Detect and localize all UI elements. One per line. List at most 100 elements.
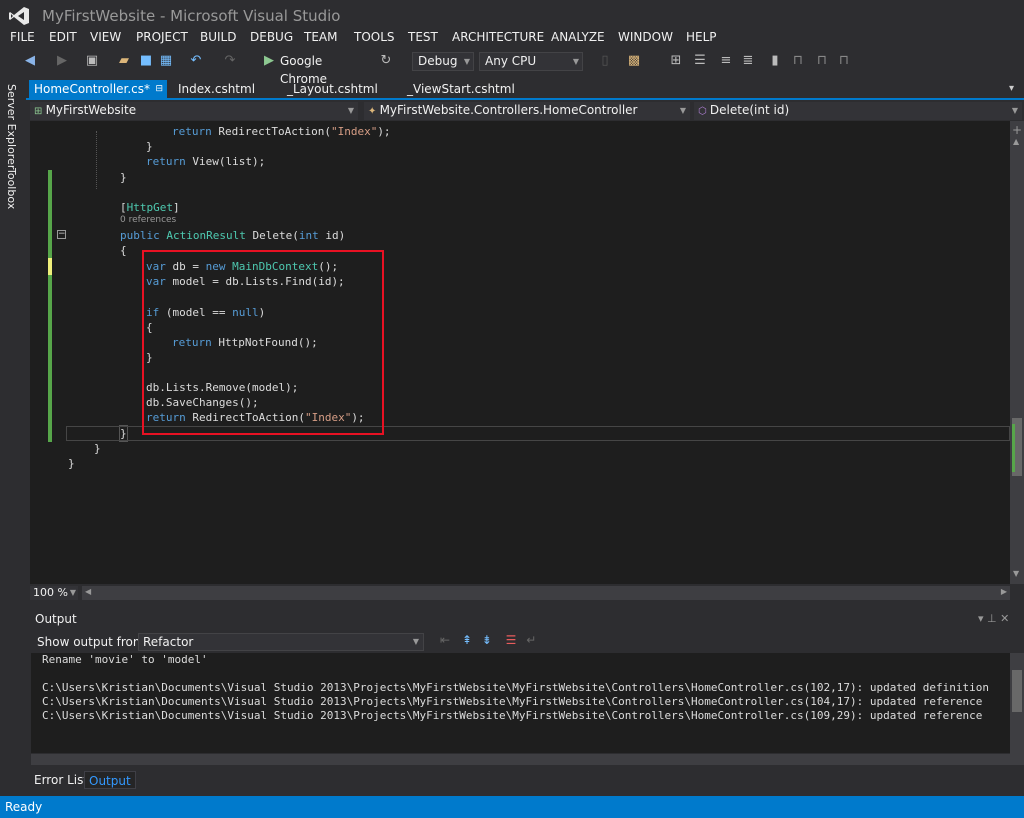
- refresh-icon[interactable]: ↻: [378, 52, 394, 70]
- undo-icon[interactable]: ↶: [188, 52, 204, 70]
- configuration-select[interactable]: Debug ▼: [412, 52, 474, 71]
- find-in-files-icon[interactable]: ▩: [626, 52, 642, 70]
- tab-homecontroller[interactable]: HomeController.cs* ⊟: [29, 80, 167, 98]
- visual-studio-window: MyFirstWebsite - Microsoft Visual Studio…: [0, 0, 1024, 818]
- project-select[interactable]: ⊞ MyFirstWebsite ▼: [30, 102, 358, 120]
- chevron-down-icon: ▼: [1011, 106, 1018, 115]
- tab-index-cshtml[interactable]: Index.cshtml: [173, 80, 277, 98]
- chevron-down-icon: ▼: [679, 106, 686, 115]
- platform-select[interactable]: Any CPU ▼: [479, 52, 583, 71]
- editor-horizontal-scrollbar[interactable]: ◀ ▶: [82, 586, 1010, 600]
- window-title: MyFirstWebsite - Microsoft Visual Studio: [42, 7, 341, 25]
- zoom-select[interactable]: 100 % ▼: [30, 586, 78, 600]
- codelens-references[interactable]: 0 references: [120, 215, 176, 226]
- save-icon[interactable]: ■: [138, 52, 154, 70]
- menu-project[interactable]: PROJECT: [136, 30, 188, 44]
- menu-edit[interactable]: EDIT: [49, 30, 77, 44]
- menu-tools[interactable]: TOOLS: [354, 30, 395, 44]
- output-line: C:\Users\Kristian\Documents\Visual Studi…: [42, 695, 983, 708]
- split-window-icon[interactable]: +: [1012, 123, 1022, 137]
- unsaved-change-marker: [48, 258, 52, 275]
- menu-build[interactable]: BUILD: [200, 30, 236, 44]
- chevron-down-icon: ▼: [572, 57, 579, 66]
- class-icon: ✦: [368, 106, 380, 117]
- indent-guide: [96, 131, 97, 189]
- output-line: C:\Users\Kristian\Documents\Visual Studi…: [42, 709, 983, 722]
- pin-icon[interactable]: ⊟: [155, 80, 163, 98]
- device-icon[interactable]: ▯: [598, 52, 612, 70]
- code-line: return RedirectToAction("Index");: [172, 125, 391, 138]
- code-line: public ActionResult Delete(int id): [120, 229, 346, 242]
- next-bookmark-icon[interactable]: ⊓: [814, 52, 830, 70]
- tab-error-list[interactable]: Error List: [30, 771, 92, 789]
- editor-vertical-scrollbar[interactable]: + ▲ ▼: [1010, 121, 1024, 584]
- previous-message-icon[interactable]: ⇞: [462, 633, 472, 647]
- prev-bookmark-icon[interactable]: ⊓: [790, 52, 806, 70]
- redo-icon[interactable]: ↷: [222, 52, 238, 70]
- chevron-down-icon: ▼: [69, 588, 76, 597]
- scroll-right-icon[interactable]: ▶: [1001, 587, 1007, 596]
- status-text: Ready: [5, 800, 43, 814]
- run-target-button[interactable]: Google Chrome: [280, 52, 370, 86]
- menu-file[interactable]: FILE: [10, 30, 35, 44]
- menu-view[interactable]: VIEW: [90, 30, 121, 44]
- go-to-location-icon[interactable]: ⇤: [440, 633, 450, 647]
- document-tab-bar: HomeController.cs* ⊟ Index.cshtml _Layout…: [26, 80, 1024, 100]
- back-icon[interactable]: ◀: [22, 52, 38, 70]
- auto-hide-pin-icon[interactable]: ⊥: [987, 612, 997, 625]
- menu-architecture[interactable]: ARCHITECTURE: [452, 30, 544, 44]
- member-select[interactable]: ⬡ Delete(int id) ▼: [694, 102, 1022, 120]
- menu-analyze[interactable]: ANALYZE: [551, 30, 605, 44]
- start-debugging-icon[interactable]: ▶: [262, 52, 276, 70]
- save-all-icon[interactable]: ▦: [158, 52, 174, 70]
- menu-window[interactable]: WINDOW: [618, 30, 673, 44]
- comment-icon[interactable]: ≡: [718, 52, 734, 70]
- show-output-label: Show output from:: [37, 635, 149, 649]
- csharp-project-icon: ⊞: [34, 106, 46, 117]
- uncomment-icon[interactable]: ≣: [740, 52, 756, 70]
- toolbox-tab[interactable]: Toolbox: [5, 168, 18, 209]
- class-select[interactable]: ✦ MyFirstWebsite.Controllers.HomeControl…: [364, 102, 690, 120]
- tab-output[interactable]: Output: [84, 771, 136, 789]
- chevron-down-icon: ▼: [347, 106, 354, 115]
- clear-all-icon[interactable]: ☰: [506, 633, 517, 647]
- open-file-icon[interactable]: ▰: [116, 52, 132, 70]
- menu-debug[interactable]: DEBUG: [250, 30, 293, 44]
- visual-studio-logo-icon: [9, 7, 29, 25]
- tab-layout-cshtml[interactable]: _Layout.cshtml: [282, 80, 392, 98]
- output-scroll-thumb[interactable]: [1012, 670, 1022, 712]
- output-pane-title: Output: [35, 612, 77, 626]
- scroll-left-icon[interactable]: ◀: [85, 587, 91, 596]
- output-line: Rename 'movie' to 'model': [42, 653, 208, 666]
- menu-team[interactable]: TEAM: [304, 30, 337, 44]
- code-line: return View(list);: [146, 155, 266, 168]
- scroll-down-icon[interactable]: ▼: [1013, 569, 1019, 578]
- output-horizontal-scrollbar[interactable]: [31, 754, 1010, 765]
- forward-icon[interactable]: ▶: [54, 52, 70, 70]
- server-explorer-tab[interactable]: Server Explorer: [5, 84, 18, 169]
- scroll-change-marker: [1012, 424, 1015, 472]
- bookmark-icon[interactable]: ▮: [768, 52, 782, 70]
- code-line: }: [68, 457, 75, 470]
- close-icon[interactable]: ✕: [1000, 612, 1009, 625]
- menu-test[interactable]: TEST: [408, 30, 438, 44]
- output-source-select[interactable]: Refactor ▼: [138, 633, 424, 651]
- status-bar: [0, 796, 1024, 818]
- properties-icon[interactable]: ☰: [692, 52, 708, 70]
- solution-explorer-icon[interactable]: ⊞: [668, 52, 684, 70]
- menu-help[interactable]: HELP: [686, 30, 717, 44]
- output-pane-controls: ▾ ⊥ ✕: [978, 612, 1009, 625]
- scroll-up-icon[interactable]: ▲: [1013, 137, 1019, 146]
- word-wrap-icon[interactable]: ↵: [526, 633, 536, 647]
- method-icon: ⬡: [698, 106, 710, 117]
- clear-bookmarks-icon[interactable]: ⊓: [836, 52, 852, 70]
- collapse-region-icon[interactable]: −: [57, 230, 66, 239]
- new-project-icon[interactable]: ▣: [84, 52, 100, 70]
- window-menu-icon[interactable]: ▾: [978, 612, 984, 625]
- output-text-area[interactable]: Rename 'movie' to 'model' C:\Users\Krist…: [31, 653, 1010, 753]
- output-pane-header: [30, 609, 1024, 629]
- tab-overflow-icon[interactable]: ▾: [1004, 80, 1020, 98]
- code-line: }: [94, 442, 101, 455]
- next-message-icon[interactable]: ⇟: [482, 633, 492, 647]
- tab-viewstart-cshtml[interactable]: _ViewStart.cshtml: [402, 80, 522, 98]
